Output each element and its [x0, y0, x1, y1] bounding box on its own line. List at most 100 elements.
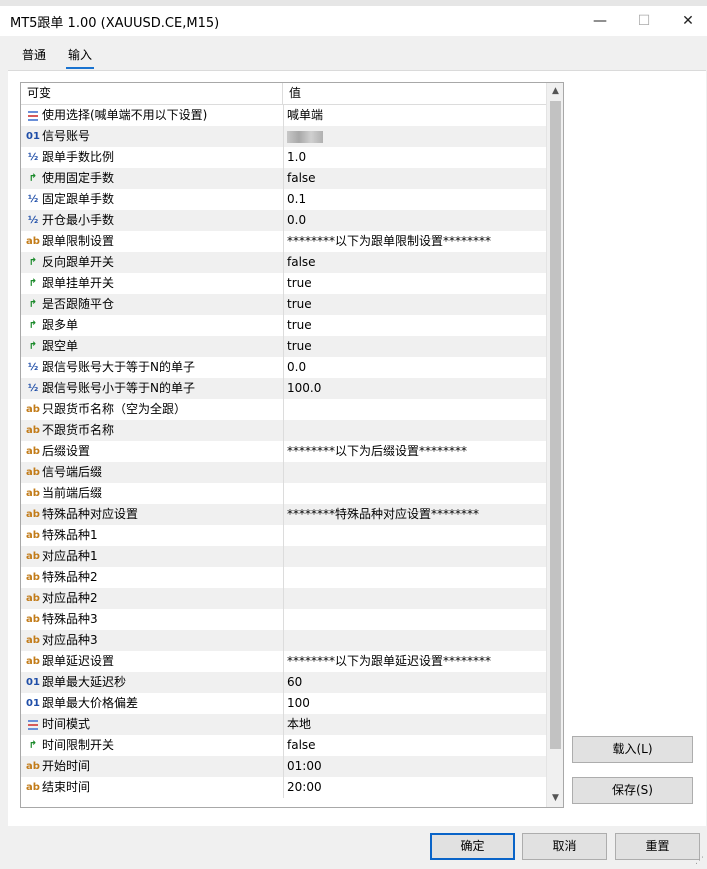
parameter-row[interactable]: ab 只跟货币名称（空为全跟） — [21, 399, 546, 420]
scroll-up-arrow[interactable]: ▲ — [547, 83, 563, 100]
parameter-value-cell[interactable]: 0.1 — [287, 189, 543, 210]
parameter-name: 当前端后缀 — [42, 486, 103, 500]
parameter-row[interactable]: ab 特殊品种2 — [21, 567, 546, 588]
parameter-row[interactable]: ab 特殊品种3 — [21, 609, 546, 630]
parameter-row[interactable]: ab 跟单限制设置 ********以下为跟单限制设置******** — [21, 231, 546, 252]
parameter-row[interactable]: 01 跟单最大延迟秒 60 — [21, 672, 546, 693]
parameter-value-cell[interactable]: 本地 — [287, 714, 543, 735]
parameter-row[interactable]: ↱ 是否跟随平仓 true — [21, 294, 546, 315]
parameter-value-cell[interactable] — [287, 609, 543, 630]
parameter-row[interactable]: ↱ 跟单挂单开关 true — [21, 273, 546, 294]
parameter-row[interactable]: ↱ 跟多单 true — [21, 315, 546, 336]
enum-type-icon — [25, 714, 41, 735]
parameter-value-cell[interactable]: ********以下为跟单限制设置******** — [287, 231, 543, 252]
bool-type-icon: ↱ — [28, 257, 38, 268]
double-type-icon: ½ — [27, 194, 39, 205]
parameter-value-cell[interactable]: true — [287, 294, 543, 315]
cancel-button[interactable]: 取消 — [522, 833, 607, 860]
string-type-icon: ab — [26, 635, 40, 646]
parameter-row[interactable]: ab 跟单延迟设置 ********以下为跟单延迟设置******** — [21, 651, 546, 672]
parameter-row[interactable]: ab 特殊品种1 — [21, 525, 546, 546]
vertical-scrollbar[interactable]: ▲ ▼ — [546, 83, 563, 807]
string-type-icon: ab — [26, 509, 40, 520]
parameter-name-cell: ab 对应品种3 — [21, 630, 284, 651]
scroll-down-arrow[interactable]: ▼ — [547, 790, 563, 807]
parameter-value-cell[interactable]: 喊单端 — [287, 105, 543, 126]
parameter-name: 是否跟随平仓 — [42, 297, 115, 311]
parameter-row[interactable]: ab 对应品种3 — [21, 630, 546, 651]
parameter-name-cell: ab 特殊品种2 — [21, 567, 284, 588]
parameter-row[interactable]: ½ 跟信号账号小于等于N的单子 100.0 — [21, 378, 546, 399]
resize-grip-icon[interactable]: ⋰ — [694, 856, 705, 867]
parameter-value-cell[interactable]: 100.0 — [287, 378, 543, 399]
parameter-row[interactable]: 使用选择(喊单端不用以下设置) 喊单端 — [21, 105, 546, 126]
save-button[interactable]: 保存(S) — [572, 777, 693, 804]
parameter-value-cell[interactable] — [287, 126, 543, 147]
parameter-value-cell[interactable] — [287, 546, 543, 567]
parameter-row[interactable]: ½ 固定跟单手数 0.1 — [21, 189, 546, 210]
reset-button[interactable]: 重置 — [615, 833, 700, 860]
title-bar[interactable]: MT5跟单 1.00 (XAUUSD.CE,M15) — ☐ ✕ — [0, 6, 707, 36]
integer-type-icon: 01 — [26, 131, 40, 142]
parameter-value-cell[interactable]: 0.0 — [287, 357, 543, 378]
load-button[interactable]: 载入(L) — [572, 736, 693, 763]
parameter-row[interactable]: ab 后缀设置 ********以下为后缀设置******** — [21, 441, 546, 462]
parameter-value-cell[interactable]: ********以下为后缀设置******** — [287, 441, 543, 462]
parameter-row[interactable]: ½ 开仓最小手数 0.0 — [21, 210, 546, 231]
parameter-value-cell[interactable]: false — [287, 252, 543, 273]
tab-inputs[interactable]: 输入 — [66, 46, 95, 69]
parameter-value-cell[interactable]: true — [287, 315, 543, 336]
parameter-row[interactable]: ab 对应品种1 — [21, 546, 546, 567]
parameter-value-cell[interactable]: false — [287, 168, 543, 189]
parameter-value-cell[interactable] — [287, 630, 543, 651]
close-button[interactable]: ✕ — [665, 6, 707, 36]
ok-button[interactable]: 确定 — [430, 833, 515, 860]
parameter-row[interactable]: ab 信号端后缀 — [21, 462, 546, 483]
parameter-value-cell[interactable] — [287, 567, 543, 588]
parameter-value-cell[interactable]: ********以下为跟单延迟设置******** — [287, 651, 543, 672]
column-header-variable[interactable]: 可变 — [21, 83, 283, 104]
parameter-value-cell[interactable] — [287, 462, 543, 483]
parameter-value: false — [287, 171, 316, 185]
maximize-button[interactable]: ☐ — [621, 6, 667, 36]
parameter-row[interactable]: ab 不跟货币名称 — [21, 420, 546, 441]
parameter-value-cell[interactable] — [287, 399, 543, 420]
parameter-value-cell[interactable]: 1.0 — [287, 147, 543, 168]
parameter-row[interactable]: ↱ 使用固定手数 false — [21, 168, 546, 189]
bool-type-icon: ↱ — [28, 740, 38, 751]
parameter-value-cell[interactable]: false — [287, 735, 543, 756]
column-header-value[interactable]: 值 — [283, 83, 301, 104]
parameter-value-cell[interactable]: true — [287, 273, 543, 294]
parameter-row[interactable]: ↱ 反向跟单开关 false — [21, 252, 546, 273]
parameter-value-cell[interactable]: ********特殊品种对应设置******** — [287, 504, 543, 525]
parameter-value-cell[interactable]: 01:00 — [287, 756, 543, 777]
parameter-value-cell[interactable]: true — [287, 336, 543, 357]
parameter-value-cell[interactable]: 100 — [287, 693, 543, 714]
minimize-button[interactable]: — — [577, 6, 623, 36]
parameter-value-cell[interactable] — [287, 588, 543, 609]
parameter-value-cell[interactable] — [287, 483, 543, 504]
parameter-row[interactable]: ↱ 跟空单 true — [21, 336, 546, 357]
parameter-row[interactable]: ab 对应品种2 — [21, 588, 546, 609]
parameter-rows: 使用选择(喊单端不用以下设置) 喊单端 01 信号账号 ½ 跟单手数比例 1.0 ↱ 使用固定手… — [21, 105, 546, 798]
parameter-value-cell[interactable]: 20:00 — [287, 777, 543, 798]
parameter-row[interactable]: 01 信号账号 — [21, 126, 546, 147]
tab-general[interactable]: 普通 — [20, 46, 48, 67]
parameter-value-cell[interactable]: 60 — [287, 672, 543, 693]
parameter-name-cell: ab 对应品种1 — [21, 546, 284, 567]
parameter-value-cell[interactable]: 0.0 — [287, 210, 543, 231]
string-type-icon: ab — [26, 551, 40, 562]
parameter-row[interactable]: ab 开始时间 01:00 — [21, 756, 546, 777]
parameter-row[interactable]: ½ 跟单手数比例 1.0 — [21, 147, 546, 168]
parameter-row[interactable]: 时间模式 本地 — [21, 714, 546, 735]
parameter-row[interactable]: ab 结束时间 20:00 — [21, 777, 546, 798]
parameter-name-cell: ↱ 时间限制开关 — [21, 735, 284, 756]
parameter-row[interactable]: ab 特殊品种对应设置 ********特殊品种对应设置******** — [21, 504, 546, 525]
scroll-thumb[interactable] — [550, 101, 561, 749]
parameter-row[interactable]: ab 当前端后缀 — [21, 483, 546, 504]
parameter-row[interactable]: ↱ 时间限制开关 false — [21, 735, 546, 756]
parameter-row[interactable]: 01 跟单最大价格偏差 100 — [21, 693, 546, 714]
parameter-row[interactable]: ½ 跟信号账号大于等于N的单子 0.0 — [21, 357, 546, 378]
parameter-value-cell[interactable] — [287, 420, 543, 441]
parameter-value-cell[interactable] — [287, 525, 543, 546]
